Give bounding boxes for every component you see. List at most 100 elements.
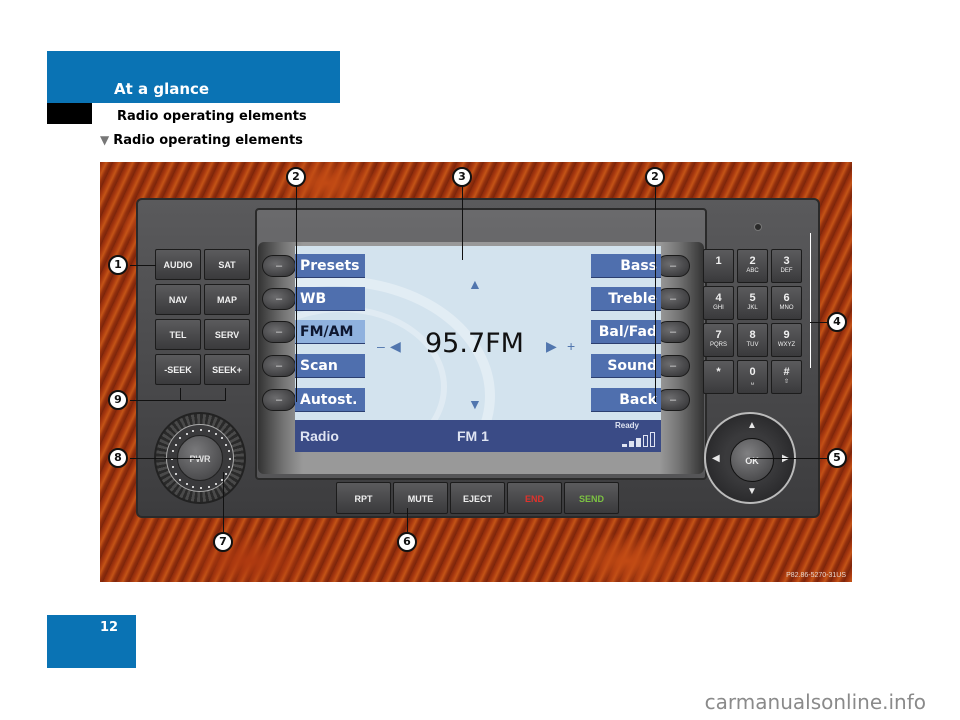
- keypad-key[interactable]: 0 ␣: [737, 360, 768, 394]
- softkey-fm-am[interactable]: FM/AM: [295, 320, 365, 344]
- side-key-left-3[interactable]: –: [262, 321, 296, 343]
- button-nav[interactable]: NAV: [155, 284, 201, 315]
- triangle-down-icon: ▼: [100, 133, 110, 147]
- signal-bar: [650, 432, 655, 447]
- key-digit: 9: [783, 329, 790, 341]
- knob-dot: [214, 432, 217, 435]
- keypad-key[interactable]: 6 MNO: [771, 286, 802, 320]
- status-bar: Radio FM 1 Ready: [295, 420, 661, 452]
- plus-icon: +: [567, 338, 576, 354]
- side-key-right-3[interactable]: –: [656, 321, 690, 343]
- side-key-left-1[interactable]: –: [262, 255, 296, 277]
- arrow-left-icon[interactable]: ◀: [390, 338, 401, 355]
- ok-button[interactable]: OK: [730, 438, 774, 482]
- display-screen: Presets WB FM/AM Scan Autost. Bass Trebl…: [295, 246, 661, 452]
- callout-4: 4: [827, 312, 847, 332]
- dpad-left-icon[interactable]: ◀: [712, 453, 720, 464]
- softkey-back[interactable]: Back: [591, 388, 661, 412]
- knob-dot: [214, 483, 217, 486]
- key-digit: 6: [783, 292, 790, 304]
- key-letters: ⇧: [783, 379, 790, 385]
- key-digit: *: [716, 366, 721, 378]
- arrow-up-icon[interactable]: ▲: [468, 276, 482, 292]
- key-digit: 5: [749, 292, 756, 304]
- figure-code: P82.86-5270-31US: [786, 572, 846, 579]
- key-digit: 2: [749, 255, 756, 267]
- softkey-wb[interactable]: WB: [295, 287, 365, 311]
- knob-dot: [225, 472, 228, 475]
- knob-dot: [228, 465, 230, 468]
- status-ready: Ready: [614, 421, 639, 430]
- key-letters: JKL: [747, 305, 758, 311]
- callout-line-6: [407, 508, 408, 534]
- button-audio[interactable]: AUDIO: [155, 249, 201, 280]
- keypad-key[interactable]: 9 WXYZ: [771, 323, 802, 357]
- page-number-box: [47, 615, 136, 668]
- indicator-led: [754, 223, 762, 231]
- arrow-down-icon[interactable]: ▼: [468, 396, 482, 412]
- button-rpt[interactable]: RPT: [336, 482, 391, 514]
- keypad-key[interactable]: *: [703, 360, 734, 394]
- button-eject[interactable]: EJECT: [450, 482, 505, 514]
- site-watermark: carmanualsonline.info: [704, 690, 926, 714]
- button-seek[interactable]: -SEEK: [155, 354, 201, 385]
- callout-tick-9b: [225, 388, 226, 400]
- keypad-key[interactable]: 8 TUV: [737, 323, 768, 357]
- knob-dot: [179, 437, 182, 440]
- button-seek[interactable]: SEEK+: [204, 354, 250, 385]
- button-tel[interactable]: TEL: [155, 319, 201, 350]
- softkey-bass[interactable]: Bass: [591, 254, 661, 278]
- knob-dot: [171, 450, 174, 453]
- key-digit: 0: [749, 366, 756, 378]
- knob-dot: [200, 487, 202, 489]
- side-key-right-5[interactable]: –: [656, 389, 690, 411]
- knob-dot: [207, 486, 210, 488]
- arrow-right-icon[interactable]: ▶: [546, 338, 557, 355]
- dpad-down-icon[interactable]: ▼: [747, 486, 757, 497]
- button-send[interactable]: SEND: [564, 482, 619, 514]
- keypad-key[interactable]: 5 JKL: [737, 286, 768, 320]
- callout-3: 3: [452, 167, 472, 187]
- callout-line-8: [130, 458, 200, 459]
- side-key-right-4[interactable]: –: [656, 355, 690, 377]
- softkey-treble[interactable]: Treble: [591, 287, 661, 311]
- heading-text: Radio operating elements: [113, 133, 303, 148]
- button-end[interactable]: END: [507, 482, 562, 514]
- button-mute[interactable]: MUTE: [393, 482, 448, 514]
- softkey-bal-fad[interactable]: Bal/Fad: [591, 320, 661, 344]
- keypad-key[interactable]: 3 DEF: [771, 249, 802, 283]
- keypad-key[interactable]: # ⇧: [771, 360, 802, 394]
- side-key-right-1[interactable]: –: [656, 255, 690, 277]
- callout-line-7: [223, 472, 224, 532]
- callout-line-2-left: [296, 184, 297, 402]
- button-serv[interactable]: SERV: [204, 319, 250, 350]
- button-map[interactable]: MAP: [204, 284, 250, 315]
- softkey-scan[interactable]: Scan: [295, 354, 365, 378]
- knob-dot: [185, 483, 188, 486]
- keypad-key[interactable]: 7 PQRS: [703, 323, 734, 357]
- frequency-display: 95.7FM: [425, 328, 524, 359]
- softkey-autostore[interactable]: Autost.: [295, 388, 365, 412]
- keypad-key[interactable]: 1: [703, 249, 734, 283]
- softkey-sound[interactable]: Sound: [591, 354, 661, 378]
- key-digit: 4: [715, 292, 722, 304]
- signal-bar: [643, 435, 648, 447]
- keypad-key[interactable]: 4 GHI: [703, 286, 734, 320]
- side-key-left-4[interactable]: –: [262, 355, 296, 377]
- knob-dot: [174, 443, 177, 446]
- key-letters: TUV: [746, 342, 759, 348]
- side-key-left-5[interactable]: –: [262, 389, 296, 411]
- side-key-right-2[interactable]: –: [656, 288, 690, 310]
- radio-illustration: – – – – – – – – – – Presets WB FM/AM Scan Autost.…: [100, 162, 852, 582]
- callout-line-1: [130, 265, 156, 266]
- callout-5: 5: [827, 448, 847, 468]
- keypad-key[interactable]: 2 ABC: [737, 249, 768, 283]
- callout-line-4: [810, 322, 828, 323]
- button-sat[interactable]: SAT: [204, 249, 250, 280]
- callout-2-left: 2: [286, 167, 306, 187]
- softkey-presets[interactable]: Presets: [295, 254, 365, 278]
- knob-dot: [228, 450, 230, 453]
- key-letters: WXYZ: [777, 342, 796, 348]
- dpad-up-icon[interactable]: ▲: [747, 420, 757, 431]
- side-key-left-2[interactable]: –: [262, 288, 296, 310]
